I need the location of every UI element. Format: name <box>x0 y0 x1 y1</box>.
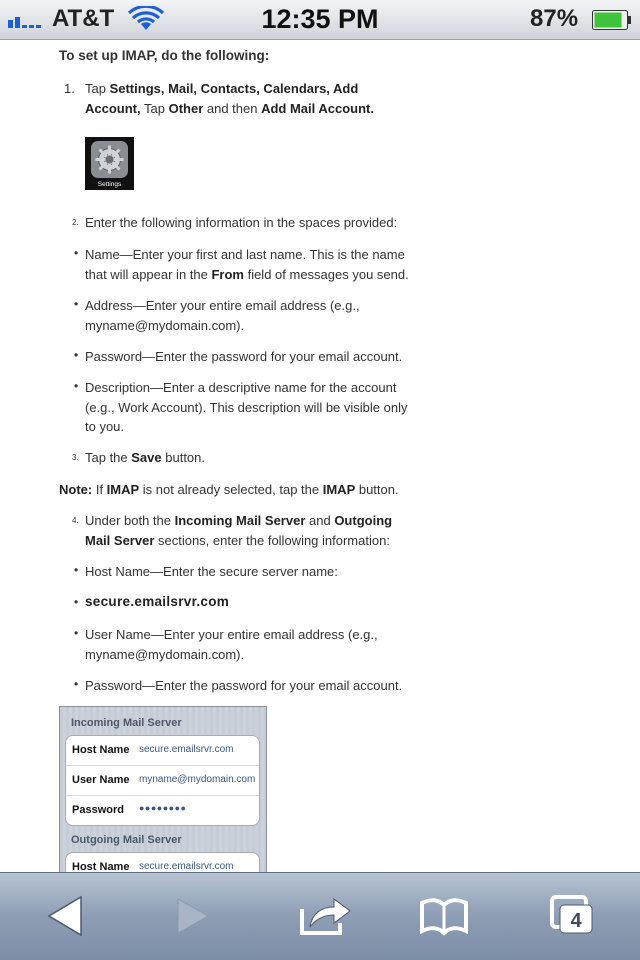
cell-label: Host Name <box>72 861 130 872</box>
incoming-mail-server-title: Incoming Mail Server <box>71 717 182 729</box>
text-segment: sections, enter the following informatio… <box>154 532 390 548</box>
bold-text: Save <box>131 450 162 465</box>
step-1-number: 1. <box>64 81 75 96</box>
step-2-number: 2. <box>72 218 79 227</box>
bold-text: Other <box>168 100 204 116</box>
bullet-dot: • <box>74 595 79 609</box>
bold-text: Add Mail Account <box>261 100 371 116</box>
incoming-password-row: Password ●●●●●●●● <box>66 796 259 825</box>
back-arrow-icon[interactable] <box>35 891 95 941</box>
bullet-host-name: Host Name—Enter the secure server name: <box>85 564 338 579</box>
intro-heading: To set up IMAP, do the following: <box>59 48 270 63</box>
cell-value: secure.emailsrvr.com <box>139 861 234 872</box>
text-segment: and <box>305 513 335 528</box>
incoming-host-row: Host Name secure.emailsrvr.com <box>66 736 259 766</box>
cell-value: ●●●●●●●● <box>139 803 187 813</box>
incoming-server-group: Host Name secure.emailsrvr.com User Name… <box>65 735 260 826</box>
cell-value: myname@mydomain.com <box>139 774 256 785</box>
bullet-dot: • <box>74 626 79 640</box>
text-segment: Tap <box>140 100 169 116</box>
bullet-dot: • <box>74 297 79 311</box>
bullet-address: Address—Enter your entire email address … <box>85 296 415 335</box>
note-text: Note: If IMAP is not already selected, t… <box>59 480 439 500</box>
bullet-description: Description—Enter a descriptive name for… <box>85 378 415 437</box>
cell-label: User Name <box>72 774 130 786</box>
tabs-count: 4 <box>570 910 582 932</box>
text-segment: field of messages you send. <box>243 266 409 282</box>
step-4-text: Under both the Incoming Mail Server and … <box>85 511 415 550</box>
status-bar: AT&T 12:35 PM 87% <box>0 0 640 40</box>
text-segment: Tap <box>85 81 110 96</box>
battery-icon <box>592 10 631 30</box>
bold-text: IMAP <box>106 482 140 497</box>
text-segment: If <box>92 482 107 497</box>
bullet-dot: • <box>74 379 79 393</box>
outgoing-host-row: Host Name secure.emailsrvr.com <box>66 853 259 872</box>
bold-text: From <box>211 266 244 282</box>
outgoing-mail-server-title: Outgoing Mail Server <box>71 834 182 846</box>
bullet-name: Name—Enter your first and last name. Thi… <box>85 245 415 284</box>
web-content[interactable]: To set up IMAP, do the following: 1. Tap… <box>0 40 640 872</box>
mail-server-screenshot: Incoming Mail Server Host Name secure.em… <box>59 706 267 872</box>
text-segment: button. <box>355 482 399 497</box>
bullet-dot: • <box>74 246 79 260</box>
forward-arrow-icon[interactable] <box>162 891 222 941</box>
battery-percentage: 87% <box>530 5 579 32</box>
text-segment: Under both the <box>85 513 175 528</box>
text-segment: Tap the <box>85 450 132 465</box>
share-icon[interactable] <box>296 891 356 941</box>
step-1-text: Tap Settings, Mail, Contacts, Calendars,… <box>85 79 405 118</box>
step-2-text: Enter the following information in the s… <box>85 215 398 230</box>
text-segment: Password—Enter the password for your ema… <box>85 349 403 364</box>
bookmarks-icon[interactable] <box>414 891 474 941</box>
text-segment: Description—Enter a descriptive name for… <box>85 380 408 434</box>
step-3-text: Tap the Save button. <box>85 448 415 468</box>
incoming-user-row: User Name myname@mydomain.com <box>66 766 259 796</box>
bullet-user-name: User Name—Enter your entire email addres… <box>85 627 378 662</box>
bold-text: IMAP <box>322 482 356 497</box>
text-segment: is not already selected, tap the <box>139 482 323 497</box>
outgoing-server-group: Host Name secure.emailsrvr.com <box>65 852 260 872</box>
settings-icon-label: Settings <box>98 181 122 188</box>
server-name: secure.emailsrvr.com <box>85 594 230 609</box>
bold-text: Incoming Mail Server <box>174 513 306 528</box>
text-segment: Address—Enter your entire email address … <box>85 298 360 333</box>
settings-icon: Settings <box>85 137 134 190</box>
bullet-password-2: Password—Enter the password for your ema… <box>85 678 403 693</box>
bullet-dot: • <box>74 348 79 362</box>
safari-toolbar: 4 <box>0 872 640 960</box>
cell-label: Password <box>72 804 124 816</box>
text-segment: button. <box>161 450 206 465</box>
cell-label: Host Name <box>72 744 130 756</box>
bold-text: . <box>370 100 374 116</box>
bullet-dot: • <box>74 677 79 691</box>
bullet-dot: • <box>74 563 79 577</box>
tabs-icon[interactable]: 4 <box>544 891 604 941</box>
cell-value: secure.emailsrvr.com <box>139 744 234 755</box>
text-segment: and then <box>203 100 262 116</box>
bullet-password: Password—Enter the password for your ema… <box>85 347 415 367</box>
step-4-number: 4. <box>72 516 79 525</box>
step-3-number: 3. <box>72 453 79 462</box>
bold-text: Note: <box>59 482 93 497</box>
